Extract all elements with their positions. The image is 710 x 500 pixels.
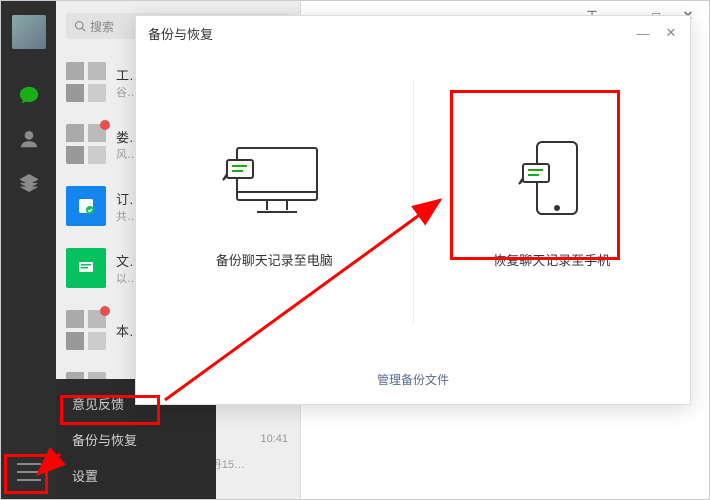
left-rail <box>1 1 56 499</box>
option-restore-to-phone[interactable]: 恢复聊天记录至手机 <box>414 50 691 354</box>
favorites-icon[interactable] <box>17 171 41 195</box>
chat-avatar <box>66 310 106 350</box>
menu-settings[interactable]: 设置 <box>56 457 216 493</box>
manage-backups-link[interactable]: 管理备份文件 <box>377 371 449 388</box>
phone-icon <box>497 136 607 226</box>
contacts-icon[interactable] <box>17 127 41 151</box>
option-restore-label: 恢复聊天记录至手机 <box>493 250 610 269</box>
dialog-footer: 管理备份文件 <box>136 354 690 404</box>
menu-backup-restore[interactable]: 备份与恢复 <box>56 421 216 457</box>
search-icon <box>74 20 86 32</box>
search-placeholder: 搜索 <box>90 18 114 35</box>
chat-time: 10:41 <box>260 433 288 445</box>
dialog-minimize-button[interactable]: — <box>636 26 650 40</box>
backup-restore-dialog: 备份与恢复 — ✕ <box>135 15 691 405</box>
chat-icon[interactable] <box>17 83 41 107</box>
dialog-title: 备份与恢复 <box>148 24 213 43</box>
dialog-close-button[interactable]: ✕ <box>664 26 678 40</box>
unread-badge <box>100 306 110 316</box>
user-avatar[interactable] <box>12 15 46 49</box>
chat-avatar <box>66 62 106 102</box>
chat-avatar <box>66 248 106 288</box>
chat-avatar <box>66 124 106 164</box>
monitor-icon <box>219 136 329 226</box>
app-window: ⊤ — □ ✕ 搜索 工…谷…娄…风…订…共…文…以…本……聊天记录被…10:4… <box>0 0 710 500</box>
chat-avatar <box>66 186 106 226</box>
option-backup-label: 备份聊天记录至电脑 <box>216 250 333 269</box>
menu-button[interactable] <box>17 463 41 481</box>
unread-badge <box>100 120 110 130</box>
dialog-header: 备份与恢复 — ✕ <box>136 16 690 50</box>
dialog-body: 备份聊天记录至电脑 恢复聊天记录至手机 <box>136 50 690 354</box>
option-backup-to-pc[interactable]: 备份聊天记录至电脑 <box>136 50 413 354</box>
